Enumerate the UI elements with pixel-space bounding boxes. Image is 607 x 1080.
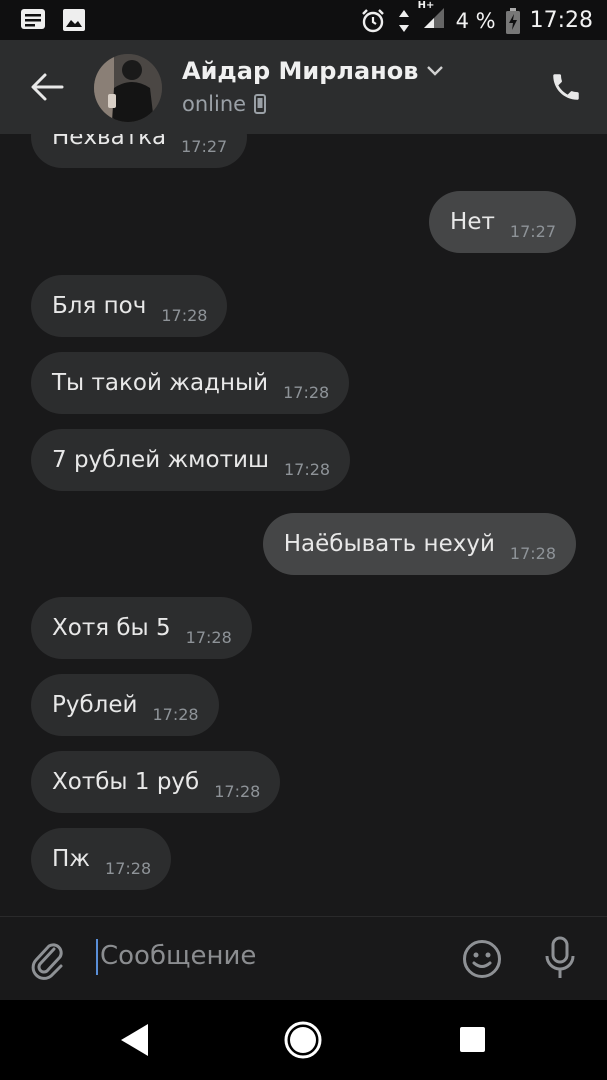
message-time: 17:28 xyxy=(214,781,261,801)
text-caret xyxy=(96,939,98,975)
message-text: Хотбы 1 руб xyxy=(52,769,200,795)
message-time: 17:28 xyxy=(185,627,232,647)
message-text: Нет xyxy=(450,209,495,235)
avatar-photo xyxy=(94,54,162,122)
nav-back-icon[interactable] xyxy=(118,1022,152,1058)
message-time: 17:28 xyxy=(161,305,208,325)
notification-image-icon xyxy=(63,9,85,31)
message-time: 17:28 xyxy=(283,459,331,479)
message-text: Ты такой жадный xyxy=(52,370,269,396)
battery-charging-icon xyxy=(505,7,520,34)
phone-call-icon[interactable] xyxy=(549,70,583,104)
message-time: 17:28 xyxy=(509,543,556,563)
contact-name[interactable]: Айдар Мирланов xyxy=(182,57,418,85)
microphone-icon[interactable] xyxy=(540,935,580,981)
notification-message-icon xyxy=(21,9,45,29)
battery-percent: 4 % xyxy=(455,8,496,33)
emoji-icon[interactable] xyxy=(462,939,502,979)
presence-status: online xyxy=(182,92,247,116)
message-text: Пж xyxy=(52,846,91,872)
chat-header: Айдар Мирланов online xyxy=(0,40,607,134)
chevron-down-icon[interactable] xyxy=(426,65,444,77)
message-list[interactable]: Нехватка 17:27 Нет 17:27 Бля поч 17:28 Т… xyxy=(0,134,607,916)
message-bubble-outgoing[interactable]: Нет 17:27 xyxy=(429,191,576,253)
message-text: Нехватка xyxy=(52,134,167,150)
clock: 17:28 xyxy=(529,8,593,33)
message-bubble-incoming[interactable]: Хотя бы 5 17:28 xyxy=(31,597,252,659)
composer: Сообщение xyxy=(0,916,607,1001)
mobile-device-icon xyxy=(254,94,267,114)
signal-indicator: H+ xyxy=(418,0,446,35)
message-input[interactable]: Сообщение xyxy=(100,941,256,971)
data-arrows-icon xyxy=(398,9,409,32)
message-bubble-incoming[interactable]: Пж 17:28 xyxy=(31,828,172,890)
message-time: 17:28 xyxy=(105,858,152,878)
message-bubble-incoming[interactable]: Хотбы 1 руб 17:28 xyxy=(31,751,281,813)
avatar[interactable] xyxy=(94,54,162,122)
status-bar: H+ 4 % 17:28 xyxy=(0,0,607,40)
message-text: 7 рублей жмотиш xyxy=(52,447,269,473)
message-bubble-outgoing[interactable]: Наёбывать нехуй 17:28 xyxy=(262,513,576,575)
alarm-icon xyxy=(361,8,384,32)
message-bubble-incoming[interactable]: Рублей 17:28 xyxy=(31,674,219,736)
contact-title[interactable]: Айдар Мирланов xyxy=(182,57,444,85)
message-time: 17:28 xyxy=(283,382,330,402)
message-bubble-incoming[interactable]: 7 рублей жмотиш 17:28 xyxy=(31,429,351,491)
message-time: 17:28 xyxy=(152,704,199,724)
message-text: Рублей xyxy=(52,692,138,718)
network-type: H+ xyxy=(417,0,435,11)
message-time: 17:27 xyxy=(509,221,556,241)
message-text: Хотя бы 5 xyxy=(52,615,171,641)
paperclip-icon[interactable] xyxy=(28,937,68,981)
message-bubble-incoming[interactable]: Нехватка 17:27 xyxy=(31,134,248,168)
message-text: Бля поч xyxy=(52,293,147,319)
message-bubble-incoming[interactable]: Ты такой жадный 17:28 xyxy=(31,352,350,414)
message-bubble-incoming[interactable]: Бля поч 17:28 xyxy=(31,275,228,337)
presence-row: online xyxy=(182,92,267,116)
back-arrow-icon[interactable] xyxy=(26,66,68,108)
system-nav-bar xyxy=(0,1000,607,1080)
message-text: Наёбывать нехуй xyxy=(283,531,495,557)
nav-recents-icon[interactable] xyxy=(460,1027,485,1052)
nav-home-icon[interactable] xyxy=(283,1020,323,1060)
message-time: 17:27 xyxy=(181,136,228,156)
